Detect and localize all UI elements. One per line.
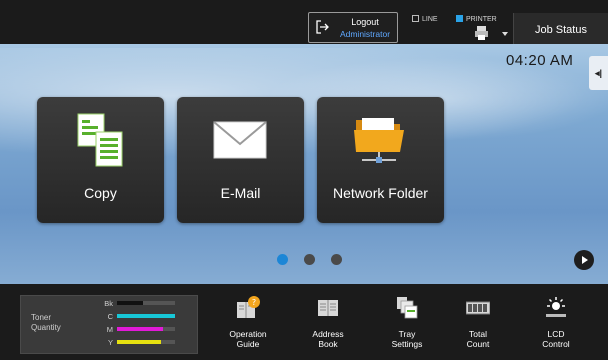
envelope-icon: [213, 121, 267, 159]
operation-guide-button[interactable]: ? Operation Guide: [218, 292, 278, 356]
toner-fill-c: [117, 314, 175, 318]
line-indicator: LINE: [412, 15, 438, 25]
address-book-label: Address Book: [312, 329, 344, 349]
page-dot-1[interactable]: [277, 254, 288, 265]
toner-label-y: Y: [107, 338, 113, 347]
copy-label: Copy: [84, 185, 117, 201]
printer-indicator-label: PRINTER: [466, 16, 497, 23]
address-book-icon: [318, 300, 338, 316]
line-indicator-box: [412, 15, 419, 22]
side-panel-toggle[interactable]: ◂|: [589, 56, 608, 90]
toner-quantity-panel: Toner Quantity Bk C M Y: [20, 295, 198, 354]
toner-title-2: Quantity: [31, 323, 61, 332]
logout-button[interactable]: Logout Administrator: [308, 12, 398, 43]
printer-icon[interactable]: [475, 26, 491, 40]
bottom-bar: Toner Quantity Bk C M Y ? Operation Guid…: [0, 284, 608, 360]
toner-title: Toner: [31, 313, 52, 322]
toner-label-m: M: [106, 325, 113, 334]
page-dot-2[interactable]: [304, 254, 315, 265]
tray-settings-icon: [397, 297, 418, 319]
network-folder-label: Network Folder: [333, 185, 428, 201]
top-bar: Logout Administrator LINE PRINTER Job St…: [0, 0, 608, 44]
printer-indicator: PRINTER: [456, 15, 497, 25]
toner-fill-m: [117, 327, 164, 331]
lcd-control-button[interactable]: LCD Control: [526, 292, 586, 356]
home-screen: 04:20 AM ◂| Copy E-Mail Network Folder: [0, 44, 608, 284]
logout-label: Logout: [351, 17, 379, 27]
lcd-control-icon: [546, 297, 566, 317]
toner-label-bk: Bk: [104, 299, 113, 308]
email-tile[interactable]: E-Mail: [177, 97, 304, 223]
address-book-button[interactable]: Address Book: [298, 292, 358, 356]
network-folder-tile[interactable]: Network Folder: [317, 97, 444, 223]
tray-settings-button[interactable]: Tray Settings: [377, 292, 437, 356]
next-page-button[interactable]: [574, 250, 594, 270]
job-status-button[interactable]: Job Status: [513, 13, 608, 44]
operation-guide-icon: ?: [237, 296, 260, 318]
copy-icon: [77, 113, 123, 167]
line-indicator-label: LINE: [422, 16, 438, 23]
email-label: E-Mail: [220, 185, 261, 201]
play-arrow-icon: [582, 256, 588, 264]
toner-fill-y: [117, 340, 161, 344]
total-count-button[interactable]: Total Count: [448, 292, 508, 356]
toner-fill-bk: [117, 301, 144, 305]
page-dot-3[interactable]: [331, 254, 342, 265]
toner-row-bk: Bk: [101, 299, 197, 308]
operation-guide-label: Operation Guide: [229, 329, 267, 349]
logout-icon: [316, 20, 329, 34]
printer-indicator-box: [456, 15, 463, 22]
toner-row-c: C: [101, 312, 197, 321]
toner-row-m: M: [101, 325, 197, 334]
network-folder-icon: [354, 118, 404, 163]
toner-row-y: Y: [101, 338, 197, 347]
logged-in-user: Administrator: [339, 29, 391, 39]
toner-bar-bk: [117, 301, 175, 305]
total-count-label: Total Count: [466, 329, 490, 349]
printer-dropdown-icon[interactable]: [502, 32, 508, 36]
clock: 04:20 AM: [506, 52, 574, 69]
toner-bar-m: [117, 327, 175, 331]
svg-text:?: ?: [252, 298, 256, 307]
lcd-control-label: LCD Control: [542, 329, 570, 349]
toner-bar-c: [117, 314, 175, 318]
tray-settings-label: Tray Settings: [391, 329, 423, 349]
total-count-icon: [466, 301, 490, 315]
toner-label-c: C: [107, 312, 113, 321]
copy-tile[interactable]: Copy: [37, 97, 164, 223]
toner-bar-y: [117, 340, 175, 344]
